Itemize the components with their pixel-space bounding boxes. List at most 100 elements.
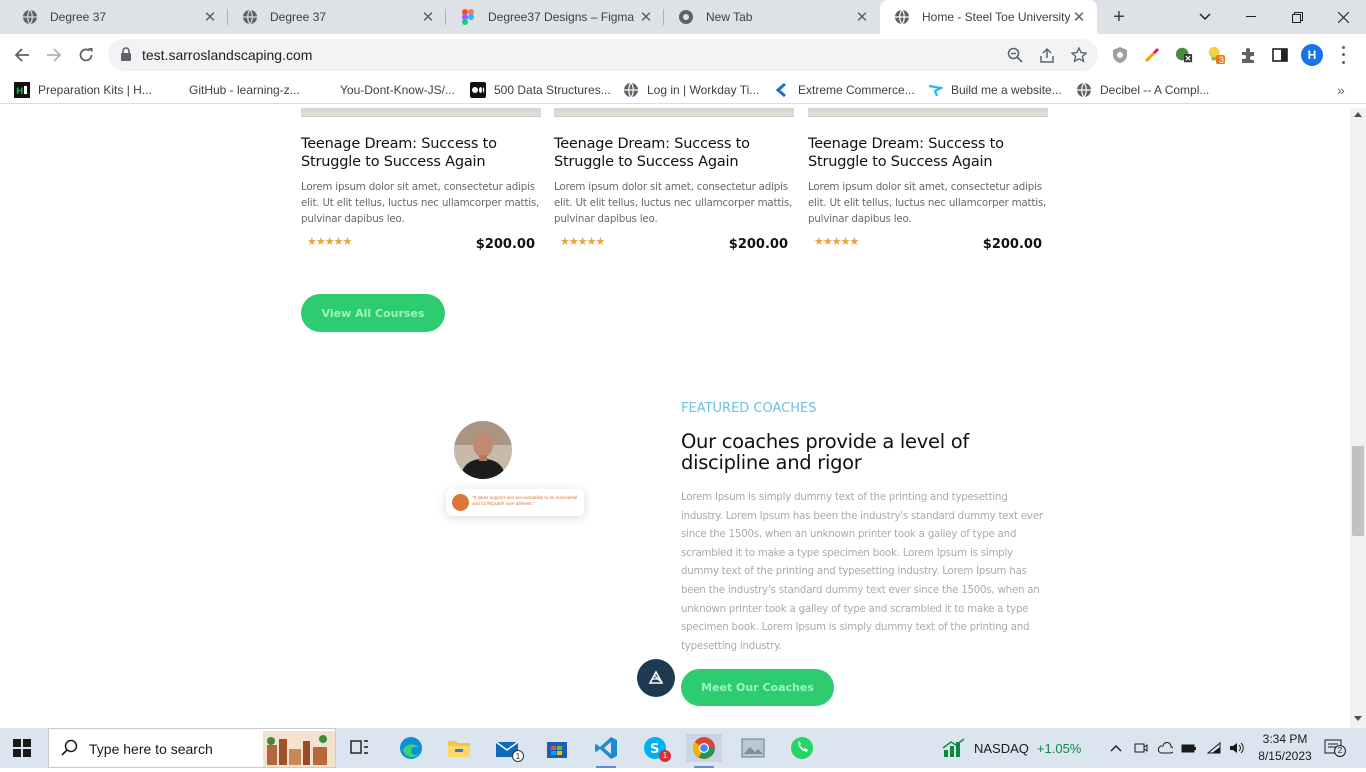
chat-logo-icon [648,670,664,684]
volume-icon[interactable] [1229,740,1245,756]
forward-button[interactable] [42,43,66,67]
extensions-puzzle-icon[interactable] [1239,46,1257,64]
coach-quote-card: "It takes support and accountability to … [446,489,584,516]
windows-start-icon[interactable] [13,739,31,757]
close-icon[interactable]: ✕ [420,8,436,26]
star-rating: ★★★★★ [814,236,859,248]
shield-extension-icon[interactable] [1111,46,1129,64]
reload-button[interactable] [74,43,98,67]
profile-avatar[interactable]: H [1301,44,1323,66]
stock-chart-icon [942,738,965,757]
browser-tab[interactable]: Degree 37 ✕ [228,0,446,34]
lightbulb-extension-icon[interactable]: 3 [1207,46,1225,65]
browser-tab[interactable]: Degree37 Designs – Figma ✕ [446,0,664,34]
view-all-courses-button[interactable]: View All Courses [301,294,445,332]
chrome-icon [678,9,694,25]
back-button[interactable] [10,43,34,67]
chat-widget-button[interactable] [637,659,675,697]
battery-icon[interactable] [1181,740,1197,756]
tab-title: Degree 37 [50,10,107,24]
zoom-icon[interactable] [1006,46,1024,64]
bookmark-item[interactable]: 500 Data Structures... [470,81,611,99]
vscode-icon[interactable] [588,734,624,768]
edge-icon[interactable] [393,734,429,762]
chevron-up-icon[interactable] [1108,740,1124,756]
bookmark-item[interactable]: Decibel -- A Compl... [1076,81,1209,99]
close-window-button[interactable] [1320,0,1366,34]
bookmark-item[interactable]: You-Dont-Know-JS/... [316,81,455,99]
new-tab-button[interactable]: + [1108,6,1130,28]
meet-now-icon[interactable] [1133,740,1149,756]
windows-taskbar: Type here to search 1 S1 NASDAQ +1.05% 3… [0,728,1366,768]
onedrive-cloud-icon[interactable] [1157,740,1173,756]
globe-icon [22,9,38,25]
skype-icon[interactable]: S1 [637,734,673,762]
figma-icon [460,9,476,25]
scrollbar-thumb[interactable] [1352,446,1364,536]
scroll-down-arrow[interactable] [1354,716,1362,721]
course-image[interactable] [808,108,1048,117]
tab-title: Degree37 Designs – Figma [488,10,635,24]
search-icon [61,739,79,762]
coach-photo [454,421,512,479]
search-highlight-art [263,731,335,767]
bookmark-item[interactable]: Build me a website... [927,81,1062,99]
task-view-icon[interactable] [342,734,378,762]
scroll-up-arrow[interactable] [1354,112,1362,117]
chrome-taskbar-icon[interactable] [686,734,722,768]
share-icon[interactable] [1038,46,1056,64]
address-bar[interactable]: test.sarroslandscaping.com [108,39,1098,71]
tab-title: New Tab [706,10,753,24]
course-image[interactable] [554,108,794,117]
tab-search-icon[interactable] [1182,0,1228,34]
course-card[interactable]: Teenage Dream: Success to Struggle to Su… [554,108,794,253]
featured-coaches-body: Lorem Ipsum is simply dummy text of the … [681,492,1043,652]
cloud-extension-icon[interactable] [1175,46,1193,64]
close-icon[interactable]: ✕ [1071,8,1087,26]
clock-date: 8/15/2023 [1258,749,1312,763]
close-icon[interactable]: ✕ [202,8,218,26]
stock-ticker-widget[interactable]: NASDAQ +1.05% [942,736,1081,760]
course-card[interactable]: Teenage Dream: Success to Struggle to Su… [808,108,1048,253]
course-card[interactable]: Teenage Dream: Success to Struggle to Su… [301,108,541,253]
browser-menu-icon[interactable] [1336,44,1350,66]
course-title[interactable]: Teenage Dream: Success to Struggle to Su… [554,135,794,171]
browser-tab-active[interactable]: Home - Steel Toe University ✕ [880,0,1097,34]
lock-icon[interactable] [120,47,132,66]
color-picker-extension-icon[interactable] [1143,46,1161,64]
meet-our-coaches-button[interactable]: Meet Our Coaches [681,669,834,706]
minimize-button[interactable] [1228,0,1274,34]
microsoft-store-icon[interactable] [539,734,575,762]
globe-icon [1076,82,1092,98]
url-text[interactable]: test.sarroslandscaping.com [142,47,312,63]
bookmark-star-icon[interactable] [1070,46,1088,64]
close-icon[interactable]: ✕ [638,8,654,26]
course-image[interactable] [301,108,541,117]
bookmark-item[interactable]: Log in | Workday Ti... [623,81,759,99]
taskbar-clock[interactable]: 3:34 PM 8/15/2023 [1252,731,1318,765]
coach-quote: "It takes support and accountability to … [472,495,578,506]
github-icon [165,82,181,98]
github-icon [316,82,332,98]
taskbar-search[interactable]: Type here to search [48,728,336,768]
course-title[interactable]: Teenage Dream: Success to Struggle to Su… [301,135,541,171]
restore-button[interactable] [1274,0,1320,34]
ticker-name: NASDAQ [974,740,1029,756]
course-title[interactable]: Teenage Dream: Success to Struggle to Su… [808,135,1048,171]
close-icon[interactable]: ✕ [854,8,870,26]
chevron-right-icon[interactable]: » [1337,82,1345,98]
bookmark-item[interactable]: H Preparation Kits | H... [14,81,152,99]
page-scrollbar[interactable] [1350,108,1366,728]
bookmark-item[interactable]: Extreme Commerce... [774,81,915,99]
browser-tab[interactable]: New Tab ✕ [664,0,880,34]
side-panel-icon[interactable] [1271,46,1289,64]
file-explorer-icon[interactable] [441,734,477,762]
whatsapp-icon[interactable] [784,734,820,762]
photos-icon[interactable] [735,734,771,762]
bookmarks-bar: H Preparation Kits | H... GitHub - learn… [0,76,1366,104]
browser-tab[interactable]: Degree 37 ✕ [8,0,228,34]
notification-center-icon[interactable]: 2 [1324,739,1346,757]
wifi-icon[interactable] [1206,740,1222,756]
bookmark-item[interactable]: GitHub - learning-z... [165,81,300,99]
mail-icon[interactable]: 1 [490,734,526,762]
